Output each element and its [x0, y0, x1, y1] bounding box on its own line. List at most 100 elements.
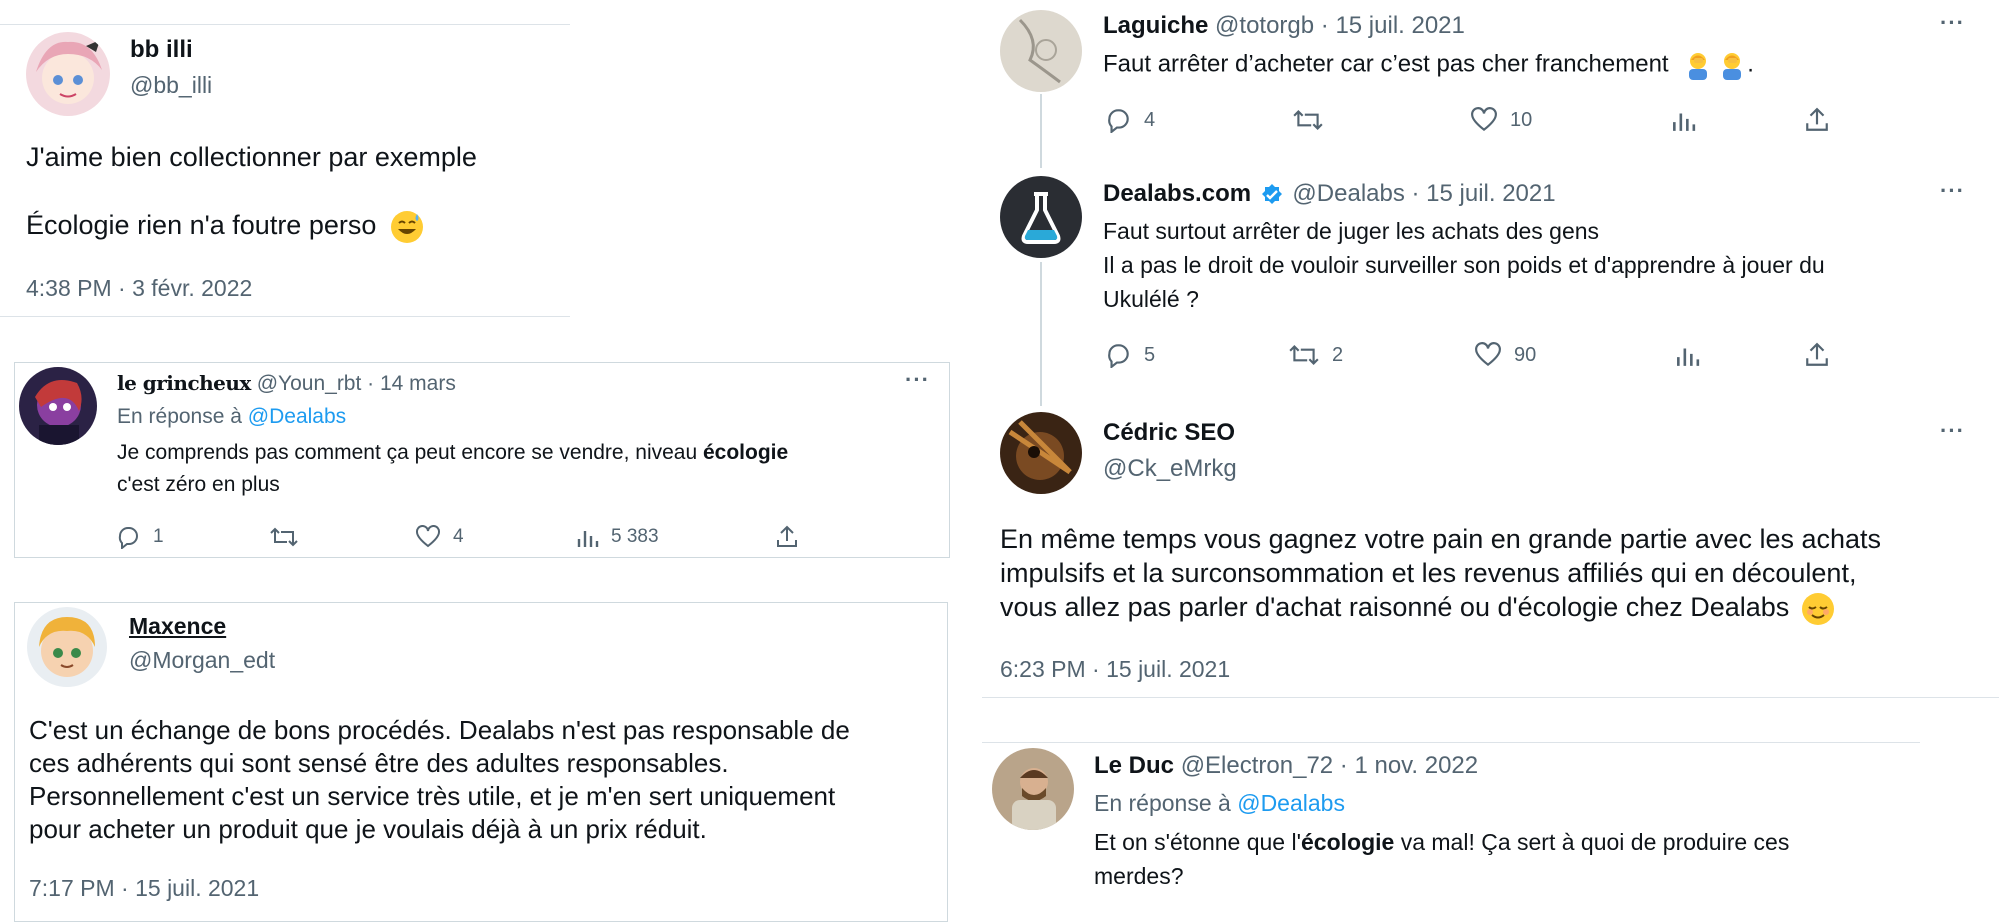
- author-handle-date[interactable]: @Youn_rbt · 14 mars: [257, 372, 456, 395]
- view-count: 5 383: [611, 526, 659, 547]
- divider: [0, 24, 570, 25]
- tweet-text-line: impulsifs et la surconsommation et les r…: [1000, 558, 1857, 588]
- like-count: 10: [1510, 108, 1533, 131]
- tweet-text-line: C'est un échange de bons procédés. Deala…: [29, 715, 850, 745]
- tweet-header: Dealabs.com @Dealabs · 15 juil. 2021: [1103, 180, 1556, 208]
- tweet-text-line: vous allez pas parler d'achat raisonné o…: [1000, 592, 1835, 626]
- retweet-button[interactable]: [1292, 107, 1336, 133]
- analytics-icon: [1677, 348, 1700, 366]
- tweet-text-line: c'est zéro en plus: [117, 473, 280, 496]
- avatar[interactable]: [27, 607, 107, 687]
- share-icon: [1806, 342, 1828, 366]
- more-options-icon[interactable]: ···: [1940, 12, 1965, 34]
- reply-to-link[interactable]: @Dealabs: [248, 405, 346, 428]
- tweet-text-line: Faut arrêter d’acheter car c’est pas che…: [1103, 50, 1754, 80]
- tweet-text-line: J'aime bien collectionner par exemple: [26, 142, 477, 172]
- retweet-icon: [1293, 109, 1323, 131]
- share-icon: [777, 525, 797, 547]
- share-icon: [1806, 107, 1828, 131]
- avatar[interactable]: [1000, 176, 1082, 258]
- tweet-le-grincheux: le grincheux @Youn_rbt · 14 mars ··· En …: [14, 362, 950, 558]
- author-name[interactable]: bb illi: [130, 36, 193, 64]
- thread-connector: [1040, 94, 1042, 168]
- share-button[interactable]: [1804, 107, 1830, 133]
- author-name[interactable]: Cédric SEO: [1103, 419, 1235, 447]
- like-button[interactable]: 4: [415, 525, 464, 549]
- views-button[interactable]: [1674, 342, 1700, 368]
- retweet-count: 2: [1332, 343, 1344, 366]
- tweet-timestamp[interactable]: 7:17 PM · 15 juil. 2021: [29, 875, 259, 902]
- reply-prefix: En réponse à: [1094, 790, 1231, 816]
- reply-count: 1: [153, 526, 164, 547]
- author-handle[interactable]: @Ck_eMrkg: [1103, 455, 1237, 483]
- share-button[interactable]: [775, 525, 799, 549]
- tweet-text-line: Ukulélé ?: [1103, 286, 1199, 312]
- person-facepalming-emoji: [1717, 50, 1747, 80]
- author-name[interactable]: Maxence: [129, 613, 226, 640]
- reply-icon: [1108, 344, 1129, 368]
- author-handle-date[interactable]: @Electron_72 · 1 nov. 2022: [1181, 752, 1478, 779]
- tweet-text: Faut arrêter d’acheter car c’est pas che…: [1103, 50, 1669, 78]
- tweet-text-line: En même temps vous gagnez votre pain en …: [1000, 524, 1882, 554]
- retweet-button[interactable]: [269, 525, 311, 549]
- heart-icon: [416, 525, 440, 548]
- divider: [982, 697, 1999, 698]
- tweet-header: Laguiche @totorgb · 15 juil. 2021: [1103, 12, 1465, 40]
- like-button[interactable]: 90: [1474, 342, 1536, 368]
- tweet-header: Le Duc @Electron_72 · 1 nov. 2022: [1094, 752, 1478, 780]
- divider: [982, 742, 1920, 743]
- reply-context: En réponse à @Dealabs: [117, 405, 346, 429]
- avatar[interactable]: [992, 748, 1074, 830]
- author-name[interactable]: Dealabs.com: [1103, 180, 1251, 207]
- tweet-text: va mal! Ça sert à quoi de produire ces: [1394, 829, 1790, 855]
- like-count: 90: [1514, 343, 1537, 366]
- retweet-icon: [270, 527, 298, 547]
- reply-count: 4: [1144, 108, 1156, 131]
- divider: [0, 316, 570, 317]
- reply-to-link[interactable]: @Dealabs: [1237, 790, 1345, 816]
- author-name[interactable]: le grincheux: [117, 371, 251, 395]
- views-button[interactable]: [1670, 107, 1696, 133]
- verified-badge-icon: [1260, 183, 1284, 207]
- avatar[interactable]: [26, 32, 110, 116]
- author-name[interactable]: Laguiche: [1103, 12, 1208, 39]
- analytics-icon: [1673, 113, 1696, 131]
- views-button[interactable]: 5 383: [575, 525, 659, 549]
- reply-button[interactable]: 5: [1104, 342, 1155, 368]
- tweet-text-line: Et on s'étonne que l'écologie va mal! Ça…: [1094, 829, 1789, 856]
- reply-icon: [1108, 109, 1129, 133]
- tweet-timestamp[interactable]: 6:23 PM · 15 juil. 2021: [1000, 656, 1230, 683]
- thread-connector: [1040, 262, 1042, 406]
- tweet-timestamp[interactable]: 4:38 PM · 3 févr. 2022: [26, 275, 252, 302]
- tweet-text-line: Personnellement c'est un service très ut…: [29, 781, 836, 811]
- author-handle[interactable]: @Morgan_edt: [129, 647, 275, 674]
- avatar[interactable]: [19, 367, 97, 445]
- author-handle-date[interactable]: @totorgb · 15 juil. 2021: [1215, 12, 1465, 39]
- more-options-icon[interactable]: ···: [1940, 180, 1965, 202]
- highlighted-word: écologie: [703, 441, 789, 464]
- tweet-text-line: ces adhérents qui sont sensé être des ad…: [29, 748, 729, 778]
- author-handle-date[interactable]: @Dealabs · 15 juil. 2021: [1292, 180, 1555, 207]
- share-button[interactable]: [1804, 342, 1830, 368]
- person-facepalming-emoji: [1683, 50, 1713, 80]
- tweet-header: le grincheux @Youn_rbt · 14 mars: [117, 371, 456, 396]
- tweet-maxence: Maxence @Morgan_edt C'est un échange de …: [14, 602, 948, 922]
- avatar[interactable]: [1000, 412, 1082, 494]
- more-options-icon[interactable]: ···: [905, 369, 930, 391]
- reply-button[interactable]: 1: [115, 525, 164, 549]
- more-options-icon[interactable]: ···: [1940, 420, 1965, 442]
- author-handle[interactable]: @bb_illi: [130, 72, 212, 99]
- tweet-text-line: Il a pas le droit de vouloir surveiller …: [1103, 252, 1825, 278]
- reply-button[interactable]: 4: [1104, 107, 1155, 133]
- heart-icon: [1471, 107, 1497, 132]
- like-button[interactable]: 10: [1470, 107, 1532, 133]
- like-count: 4: [453, 526, 464, 547]
- tweet-text-line: Je comprends pas comment ça peut encore …: [117, 441, 788, 465]
- tweet-text: Et on s'étonne que l': [1094, 829, 1301, 855]
- retweet-icon: [1289, 344, 1319, 366]
- reply-prefix: En réponse à: [117, 405, 242, 428]
- retweet-button[interactable]: 2: [1288, 342, 1343, 368]
- avatar[interactable]: [1000, 10, 1082, 92]
- author-name[interactable]: Le Duc: [1094, 752, 1174, 779]
- relieved-face-emoji: [1801, 592, 1835, 626]
